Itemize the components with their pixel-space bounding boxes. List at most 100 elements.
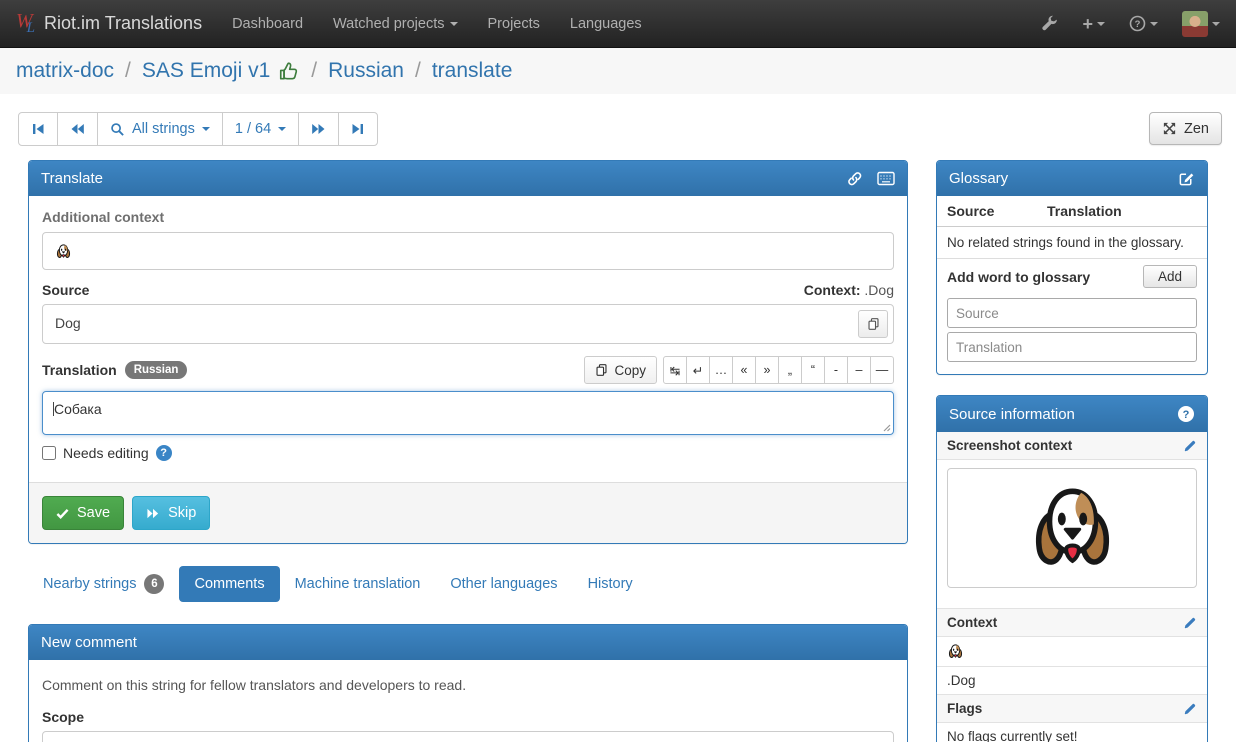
navbar-menu: Dashboard Watched projects Projects Lang… bbox=[232, 16, 642, 32]
keyboard-icon[interactable] bbox=[877, 171, 895, 186]
edit-screenshot-button[interactable] bbox=[1183, 439, 1197, 453]
additional-context-box bbox=[42, 232, 894, 270]
scope-select[interactable]: Translation comment, discussions with ot… bbox=[42, 731, 894, 742]
special-char-tab[interactable]: ↹ bbox=[663, 356, 687, 384]
tab-comments[interactable]: Comments bbox=[179, 566, 279, 602]
special-char-low-quote[interactable]: „ bbox=[778, 356, 802, 384]
first-string-button[interactable] bbox=[18, 112, 58, 146]
breadcrumb-component[interactable]: SAS Emoji v1 bbox=[142, 59, 270, 83]
filter-dropdown[interactable]: All strings bbox=[97, 112, 223, 146]
translate-panel: Translate Additional context Source Cont… bbox=[28, 160, 908, 544]
position-label: 1 / 64 bbox=[235, 121, 271, 137]
wrench-icon bbox=[1041, 15, 1058, 32]
skip-button[interactable]: Skip bbox=[132, 496, 210, 530]
dog-emoji-screenshot bbox=[1025, 481, 1120, 576]
weblate-logo-icon: WL bbox=[16, 11, 35, 36]
special-char-high-quote[interactable]: “ bbox=[801, 356, 825, 384]
translate-panel-footer: Save Skip bbox=[29, 482, 907, 543]
avatar bbox=[1182, 11, 1208, 37]
edit-icon[interactable] bbox=[1178, 170, 1195, 187]
help-circle-icon[interactable]: ? bbox=[1177, 405, 1195, 423]
nav-item-projects[interactable]: Projects bbox=[488, 16, 540, 32]
chevron-down-icon bbox=[202, 127, 210, 131]
special-char-newline[interactable]: ↵ bbox=[686, 356, 710, 384]
copy-translation-button[interactable]: Copy bbox=[584, 356, 657, 384]
language-badge: Russian bbox=[125, 361, 188, 379]
admin-tools-button[interactable] bbox=[1041, 15, 1058, 32]
breadcrumb-page[interactable]: translate bbox=[432, 59, 513, 83]
check-icon bbox=[56, 507, 69, 520]
source-string-box: Dog bbox=[42, 304, 894, 344]
string-navigation: All strings 1 / 64 bbox=[18, 112, 378, 146]
copy-source-button[interactable] bbox=[858, 310, 888, 338]
edit-context-button[interactable] bbox=[1183, 616, 1197, 630]
zen-mode-button[interactable]: Zen bbox=[1149, 112, 1222, 145]
nearby-count-badge: 6 bbox=[144, 574, 164, 594]
tab-nearby-strings[interactable]: Nearby strings 6 bbox=[28, 564, 179, 604]
position-dropdown[interactable]: 1 / 64 bbox=[222, 112, 299, 146]
copy-icon bbox=[867, 317, 880, 331]
thumbs-up-icon bbox=[278, 60, 300, 82]
skip-to-first-icon bbox=[31, 122, 45, 136]
special-char-hyphen[interactable]: - bbox=[824, 356, 848, 384]
source-info-panel: Source information ? Screenshot context … bbox=[936, 395, 1208, 742]
breadcrumb-language[interactable]: Russian bbox=[328, 59, 404, 83]
glossary-add-row: Add word to glossary Add bbox=[937, 259, 1207, 294]
user-menu-button[interactable] bbox=[1182, 11, 1220, 37]
skip-to-last-icon bbox=[351, 122, 365, 136]
breadcrumb: matrix-doc / SAS Emoji v1 / Russian / tr… bbox=[0, 48, 1236, 94]
next-string-button[interactable] bbox=[298, 112, 339, 146]
new-comment-title: New comment bbox=[41, 634, 137, 651]
question-circle-icon: ? bbox=[1129, 15, 1146, 32]
nav-item-dashboard[interactable]: Dashboard bbox=[232, 16, 303, 32]
glossary-add-button[interactable]: Add bbox=[1143, 265, 1197, 288]
last-string-button[interactable] bbox=[338, 112, 378, 146]
special-char-emdash[interactable]: — bbox=[870, 356, 894, 384]
help-menu-button[interactable]: ? bbox=[1129, 15, 1158, 32]
add-menu-button[interactable]: + bbox=[1082, 15, 1105, 33]
scope-label: Scope bbox=[42, 709, 894, 725]
tab-other-languages[interactable]: Other languages bbox=[435, 566, 572, 602]
screenshot-image-box[interactable] bbox=[947, 468, 1197, 588]
svg-text:?: ? bbox=[1135, 19, 1141, 30]
resize-grip[interactable] bbox=[881, 422, 891, 432]
help-icon[interactable]: ? bbox=[156, 445, 172, 461]
add-word-label: Add word to glossary bbox=[947, 269, 1090, 285]
chevron-down-icon bbox=[278, 127, 286, 131]
glossary-empty-message: No related strings found in the glossary… bbox=[937, 227, 1207, 259]
special-char-ellipsis[interactable]: … bbox=[709, 356, 733, 384]
brand[interactable]: WL Riot.im Translations bbox=[16, 11, 202, 36]
permalink-icon[interactable] bbox=[846, 170, 863, 187]
special-char-raquo[interactable]: » bbox=[755, 356, 779, 384]
glossary-title: Glossary bbox=[949, 170, 1008, 187]
glossary-panel: Glossary Source Translation No related s… bbox=[936, 160, 1208, 375]
special-char-laquo[interactable]: « bbox=[732, 356, 756, 384]
zen-label: Zen bbox=[1184, 121, 1209, 137]
needs-editing-label: Needs editing bbox=[63, 445, 149, 461]
fast-backward-icon bbox=[70, 122, 85, 136]
translation-label: Translation bbox=[42, 362, 117, 378]
navbar-right: + ? bbox=[1041, 11, 1220, 37]
glossary-translation-input[interactable] bbox=[947, 332, 1197, 362]
needs-editing-checkbox[interactable] bbox=[42, 446, 56, 460]
source-string: Dog bbox=[55, 315, 81, 331]
glossary-col-source: Source bbox=[947, 203, 1047, 219]
save-button[interactable]: Save bbox=[42, 496, 124, 530]
source-info-header: Source information ? bbox=[937, 396, 1207, 432]
breadcrumb-project[interactable]: matrix-doc bbox=[16, 59, 114, 83]
glossary-source-input[interactable] bbox=[947, 298, 1197, 328]
screenshot-area bbox=[937, 460, 1207, 609]
edit-flags-button[interactable] bbox=[1183, 702, 1197, 716]
translation-textarea[interactable]: Собака bbox=[42, 391, 894, 435]
needs-editing-row: Needs editing ? bbox=[42, 445, 894, 461]
plus-icon: + bbox=[1082, 15, 1093, 33]
detail-tabs: Nearby strings 6 Comments Machine transl… bbox=[28, 564, 908, 604]
special-char-endash[interactable]: – bbox=[847, 356, 871, 384]
pencil-icon bbox=[1183, 439, 1197, 453]
brand-title: Riot.im Translations bbox=[44, 13, 202, 34]
tab-history[interactable]: History bbox=[573, 566, 648, 602]
previous-string-button[interactable] bbox=[57, 112, 98, 146]
nav-item-languages[interactable]: Languages bbox=[570, 16, 642, 32]
nav-item-watched-projects[interactable]: Watched projects bbox=[333, 16, 457, 32]
tab-machine-translation[interactable]: Machine translation bbox=[280, 566, 436, 602]
